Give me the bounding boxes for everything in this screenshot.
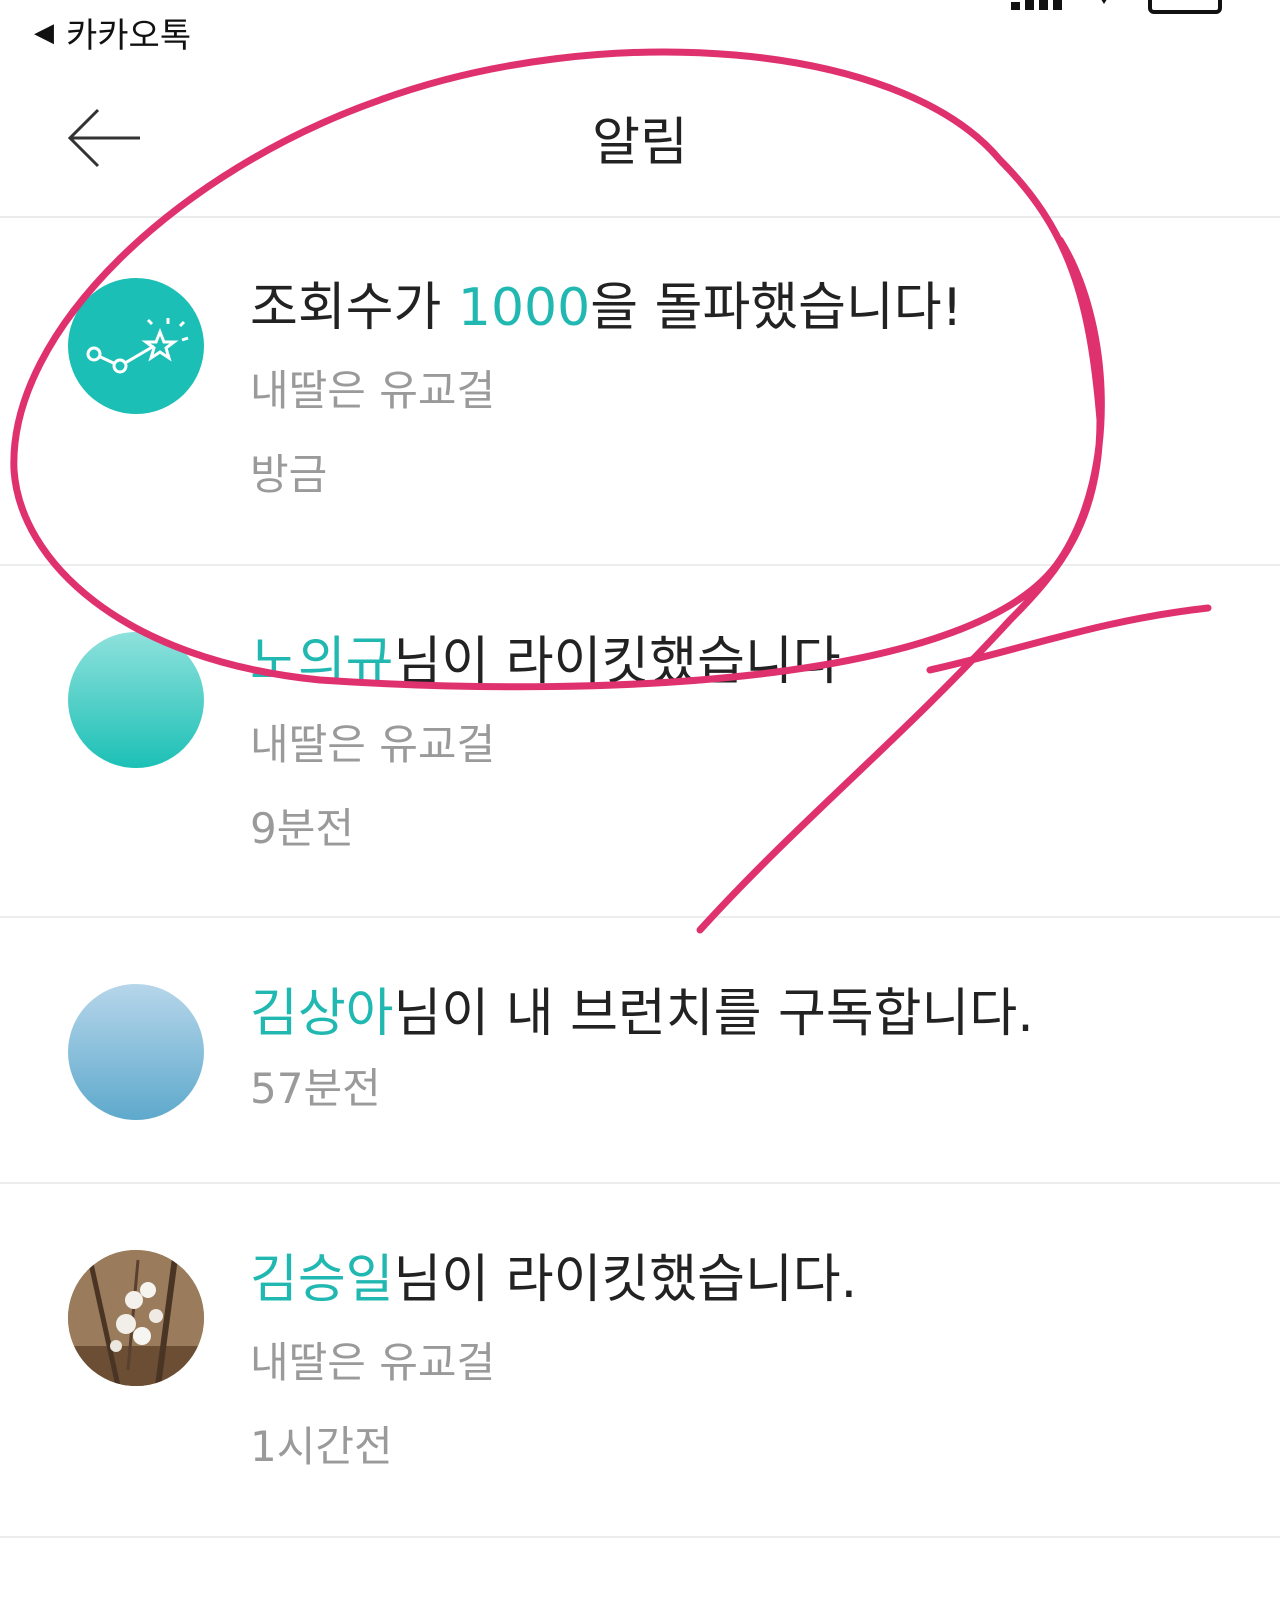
battery-icon (1148, 0, 1222, 14)
notification-source: 내딸은 유교걸 (250, 1338, 496, 1387)
user-name-link[interactable]: 김승일 (250, 1250, 394, 1310)
notification-list: 조회수가 1000을 돌파했습니다! 내딸은 유교걸 방금 노의규님이 라이킷했… (0, 218, 1280, 1538)
user-name-link[interactable]: 김상아 (250, 984, 394, 1044)
notification-source: 내딸은 유교걸 (250, 366, 496, 415)
back-triangle-icon: ◀ (34, 17, 54, 48)
message-text: 님이 라이킷했습니다 (393, 632, 841, 692)
status-bar: ◀ 카카오톡 (0, 0, 1280, 60)
data-arrows-icon (1098, 0, 1110, 10)
message-text: 님이 내 브런치를 구독합니다. (393, 984, 1034, 1044)
view-count: 1000 (457, 278, 591, 338)
user-avatar[interactable] (68, 632, 204, 768)
user-photo-avatar[interactable] (68, 1250, 204, 1386)
user-name-link[interactable]: 노의규 (250, 632, 394, 692)
notification-time: 1시간전 (250, 1422, 393, 1471)
signal-icon (1011, 0, 1062, 10)
user-avatar[interactable] (68, 984, 204, 1120)
notification-message: 김상아님이 내 브런치를 구독합니다. (250, 984, 1034, 1044)
notification-time: 57분전 (250, 1064, 381, 1113)
notification-message: 조회수가 1000을 돌파했습니다! (250, 278, 963, 338)
notification-message: 노의규님이 라이킷했습니다 (250, 632, 841, 692)
notification-source: 내딸은 유교걸 (250, 720, 496, 769)
notification-item[interactable]: 김승일님이 라이킷했습니다. 내딸은 유교걸 1시간전 (0, 1184, 1280, 1538)
back-to-app-button[interactable]: ◀ 카카오톡 (34, 8, 191, 57)
header: 알림 (0, 60, 1280, 218)
stats-star-icon (68, 278, 204, 414)
notification-item[interactable]: 노의규님이 라이킷했습니다 내딸은 유교걸 9분전 (0, 566, 1280, 918)
back-app-label: 카카오톡 (66, 16, 192, 56)
status-icons (1011, 0, 1222, 14)
page-title: 알림 (592, 113, 688, 173)
message-text: 조회수가 (250, 278, 458, 338)
notification-time: 9분전 (250, 804, 355, 853)
notification-item[interactable]: 김상아님이 내 브런치를 구독합니다. 57분전 (0, 918, 1280, 1184)
notification-time: 방금 (250, 450, 328, 499)
message-text: 을 돌파했습니다! (590, 278, 963, 338)
notification-item[interactable]: 조회수가 1000을 돌파했습니다! 내딸은 유교걸 방금 (0, 218, 1280, 566)
message-text: 님이 라이킷했습니다. (393, 1250, 858, 1310)
notification-message: 김승일님이 라이킷했습니다. (250, 1250, 857, 1310)
